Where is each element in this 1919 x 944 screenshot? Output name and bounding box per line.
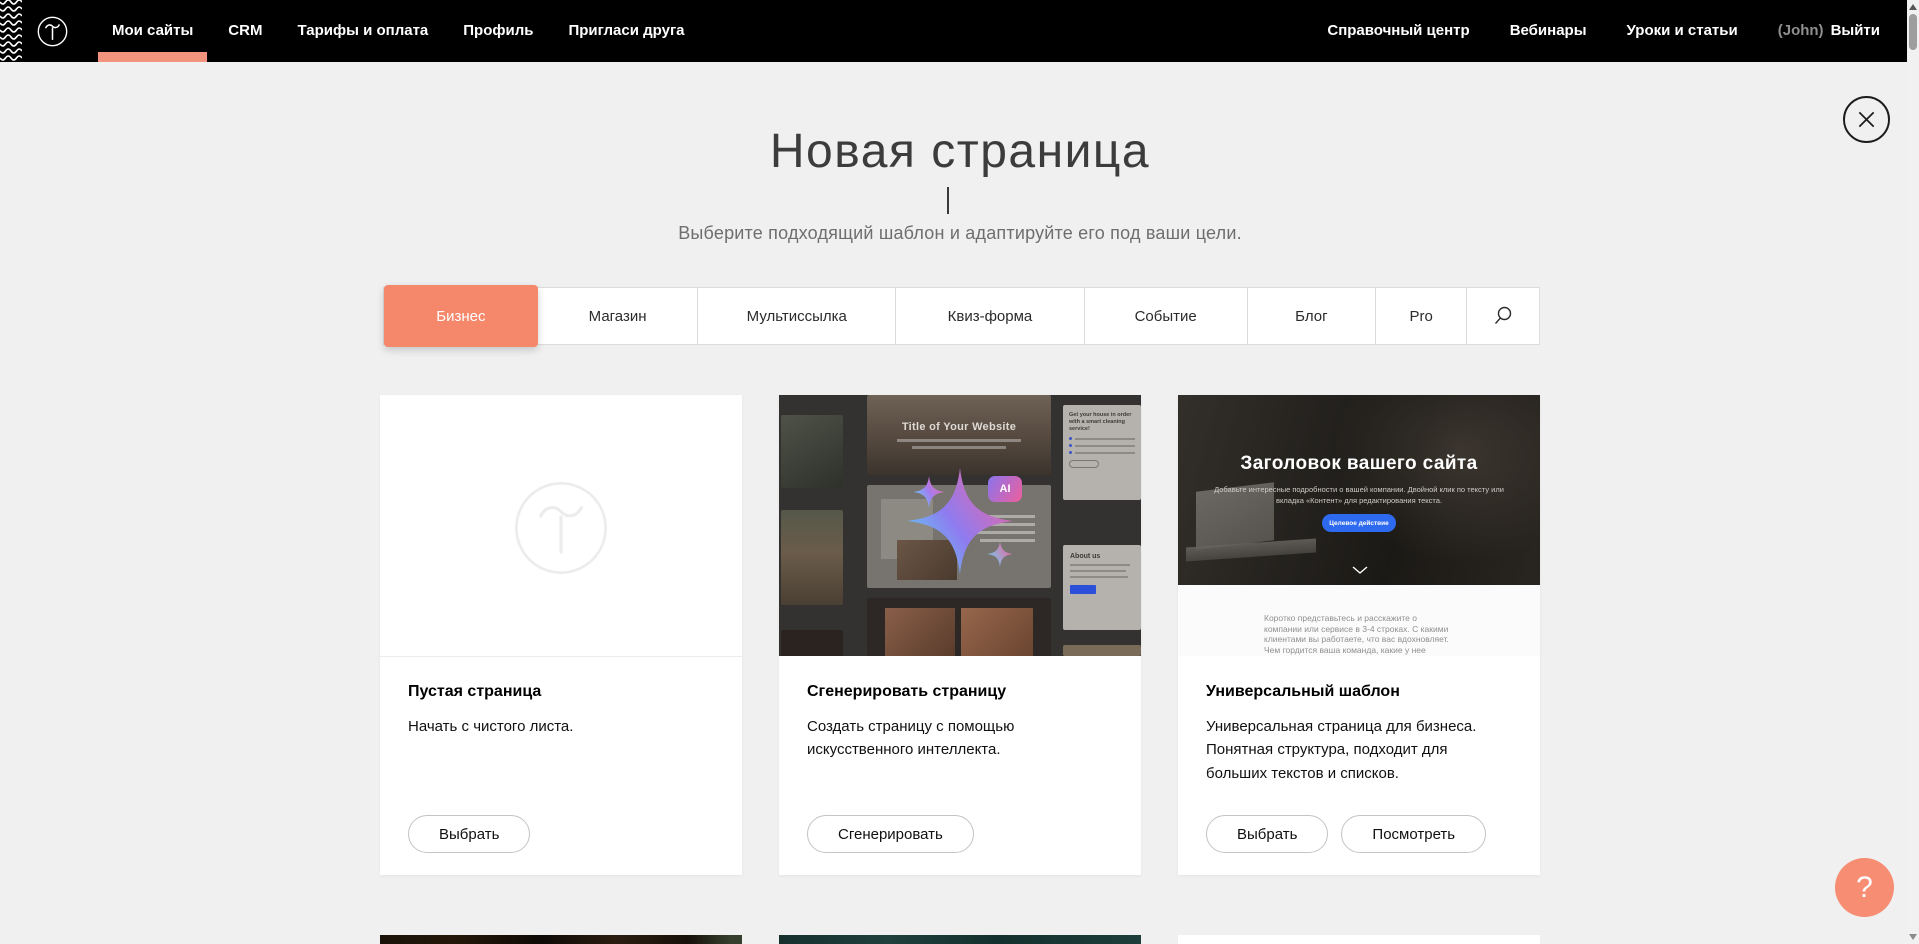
nav-item-profile[interactable]: Профиль: [463, 0, 533, 62]
tab-business[interactable]: Бизнес: [384, 285, 538, 347]
ai-badge: AI: [988, 476, 1022, 502]
tab-event[interactable]: Событие: [1085, 288, 1248, 344]
tab-quiz-form[interactable]: Квиз-форма: [896, 288, 1085, 344]
logout-link[interactable]: Выйти: [1831, 22, 1880, 39]
collage-gallery-tile: [867, 598, 1051, 656]
card-description: Создать страницу с помощью искусственног…: [807, 715, 1113, 762]
page-subtitle: Выберите подходящий шаблон и адаптируйте…: [380, 223, 1540, 244]
tab-multilink[interactable]: Мультиссылка: [698, 288, 896, 344]
template-body-text: Коротко представьтесь и расскажите о ком…: [1264, 613, 1456, 656]
user-logout[interactable]: (John) Выйти: [1778, 0, 1880, 62]
card-actions: Выбрать: [408, 815, 530, 853]
template-card-ai: Title of Your Website Get your house in …: [779, 395, 1141, 875]
tilda-logo-watermark-icon: [513, 480, 609, 576]
blank-template-preview[interactable]: [380, 395, 742, 656]
universal-template-preview[interactable]: Заголовок вашего сайта Добавьте интересн…: [1178, 395, 1540, 656]
tab-shop[interactable]: Магазин: [538, 288, 699, 344]
preview-universal-button[interactable]: Посмотреть: [1341, 815, 1486, 853]
template-hero-subtitle: Добавьте интересные подробности о вашей …: [1208, 484, 1510, 507]
help-chat-button[interactable]: ?: [1835, 858, 1894, 917]
secondary-nav: Справочный центр Вебинары Уроки и статьи…: [1327, 0, 1880, 62]
template-card-universal: Заголовок вашего сайта Добавьте интересн…: [1178, 395, 1540, 875]
card-description: Универсальная страница для бизнеса. Поня…: [1206, 715, 1512, 785]
sparkle-icon: [987, 541, 1013, 567]
tilda-logo-icon[interactable]: [37, 16, 68, 47]
tab-search[interactable]: [1467, 288, 1539, 344]
close-dialog-button[interactable]: [1843, 96, 1890, 143]
card-actions: Выбрать Посмотреть: [1206, 815, 1486, 853]
template-hero-title: Заголовок вашего сайта: [1178, 453, 1540, 475]
nav-item-invite-friend[interactable]: Пригласи друга: [568, 0, 684, 62]
template-text-section: Коротко представьтесь и расскажите о ком…: [1178, 585, 1540, 656]
nav-item-help-center[interactable]: Справочный центр: [1327, 0, 1469, 62]
collage-hero-tile: Title of Your Website: [867, 395, 1051, 475]
nav-item-lessons[interactable]: Уроки и статьи: [1627, 0, 1738, 62]
collage-text-card: Get your house in order with a smart cle…: [1063, 405, 1141, 500]
nav-item-label: Мои сайты: [112, 22, 193, 39]
partial-card[interactable]: [1178, 935, 1540, 944]
page-title: Новая страница: [380, 124, 1540, 179]
user-name: (John): [1778, 22, 1824, 39]
template-hero-section: Заголовок вашего сайта Добавьте интересн…: [1178, 395, 1540, 585]
nav-item-pricing[interactable]: Тарифы и оплата: [297, 0, 428, 62]
scrollbar[interactable]: [1907, 0, 1919, 944]
collage-about-heading: About us: [1070, 553, 1134, 560]
card-title: Пустая страница: [408, 683, 714, 701]
card-title: Универсальный шаблон: [1206, 683, 1512, 701]
card-actions: Сгенерировать: [807, 815, 974, 853]
zigzag-pattern-icon: [0, 0, 22, 62]
template-cards-grid: Пустая страница Начать с чистого листа. …: [380, 395, 1540, 875]
choose-universal-button[interactable]: Выбрать: [1206, 815, 1328, 853]
card-title: Сгенерировать страницу: [807, 683, 1113, 701]
main-nav: Мои сайты CRM Тарифы и оплата Профиль Пр…: [112, 0, 685, 62]
search-icon: [1493, 306, 1513, 326]
next-cards-row: [380, 935, 1540, 944]
nav-item-webinars[interactable]: Вебинары: [1510, 0, 1587, 62]
choose-blank-button[interactable]: Выбрать: [408, 815, 530, 853]
template-cta-button: Целевое действие: [1322, 514, 1396, 532]
generate-page-button[interactable]: Сгенерировать: [807, 815, 974, 853]
scrollbar-up-arrow[interactable]: [1909, 4, 1917, 10]
collage-site-title: Title of Your Website: [867, 421, 1051, 433]
collage-photo: [1063, 645, 1141, 656]
collage-photo: [781, 630, 843, 656]
scrollbar-thumb[interactable]: [1909, 14, 1917, 50]
tab-blog[interactable]: Блог: [1248, 288, 1377, 344]
text-cursor: [947, 187, 949, 214]
template-category-tabs: Бизнес Магазин Мультиссылка Квиз-форма С…: [383, 287, 1540, 345]
scrollbar-down-arrow[interactable]: [1909, 934, 1917, 940]
text-placeholder: [912, 446, 1006, 449]
top-nav-bar: Мои сайты CRM Тарифы и оплата Профиль Пр…: [0, 0, 1907, 62]
collage-card-heading: Get your house in order with a smart cle…: [1069, 412, 1135, 433]
card-description: Начать с чистого листа.: [408, 715, 714, 738]
active-nav-underline: [98, 52, 207, 62]
partial-card[interactable]: [779, 935, 1141, 944]
partial-card[interactable]: [380, 935, 742, 944]
nav-item-crm[interactable]: CRM: [228, 0, 262, 62]
collage-photo: [781, 415, 843, 488]
ai-template-preview[interactable]: Title of Your Website Get your house in …: [779, 395, 1141, 656]
text-placeholder: [897, 439, 1021, 442]
close-icon: [1845, 97, 1888, 142]
card-divider: [380, 656, 742, 657]
template-card-blank: Пустая страница Начать с чистого листа. …: [380, 395, 742, 875]
nav-item-my-sites[interactable]: Мои сайты: [112, 0, 193, 62]
collage-photo: [781, 510, 843, 605]
tab-pro[interactable]: Pro: [1376, 288, 1467, 344]
chevron-down-icon: [1352, 561, 1368, 579]
collage-about-card: About us: [1063, 545, 1141, 630]
